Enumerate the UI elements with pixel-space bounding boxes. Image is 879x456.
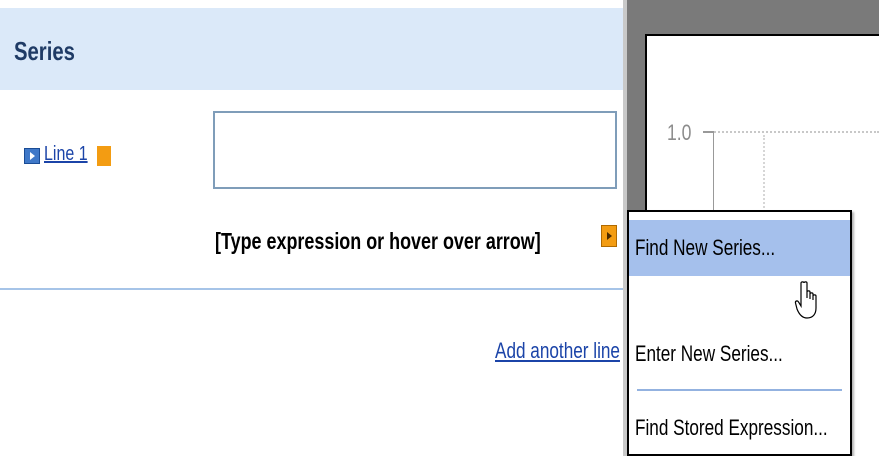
divider — [0, 288, 623, 290]
menu-separator — [637, 389, 842, 391]
series-header: Series — [0, 8, 623, 92]
chart-y-tick-label: 1.0 — [667, 120, 692, 145]
expression-input[interactable] — [213, 111, 617, 189]
menu-item-enter-new-series[interactable]: Enter New Series... — [629, 326, 850, 382]
series-title: Series — [14, 36, 75, 66]
menu-item-label: Find Stored Expression... — [635, 415, 828, 440]
menu-item-label: Find New Series... — [635, 235, 776, 260]
expand-arrow-icon[interactable] — [24, 148, 40, 164]
chart-y-axis — [713, 131, 714, 221]
series-panel: Series Line 1 [Type expression or hover … — [0, 0, 623, 456]
line-color-swatch[interactable] — [97, 146, 111, 166]
chart-gridline-vertical — [763, 135, 765, 215]
chart-gridline — [703, 131, 879, 133]
menu-item-find-stored-expression[interactable]: Find Stored Expression... — [629, 400, 850, 456]
menu-arrow-icon[interactable] — [601, 225, 617, 247]
menu-item-find-new-series[interactable]: Find New Series... — [629, 220, 850, 276]
chart-tick-mark — [703, 131, 713, 133]
menu-item-label: Enter New Series... — [635, 341, 783, 366]
hand-pointer-icon — [794, 281, 817, 319]
line-1-link[interactable]: Line 1 — [44, 143, 88, 166]
add-another-line-link[interactable]: Add another line — [495, 338, 620, 364]
context-menu: Find New Series... Enter New Series... F… — [627, 210, 852, 456]
expression-hint: [Type expression or hover over arrow] — [215, 228, 541, 254]
